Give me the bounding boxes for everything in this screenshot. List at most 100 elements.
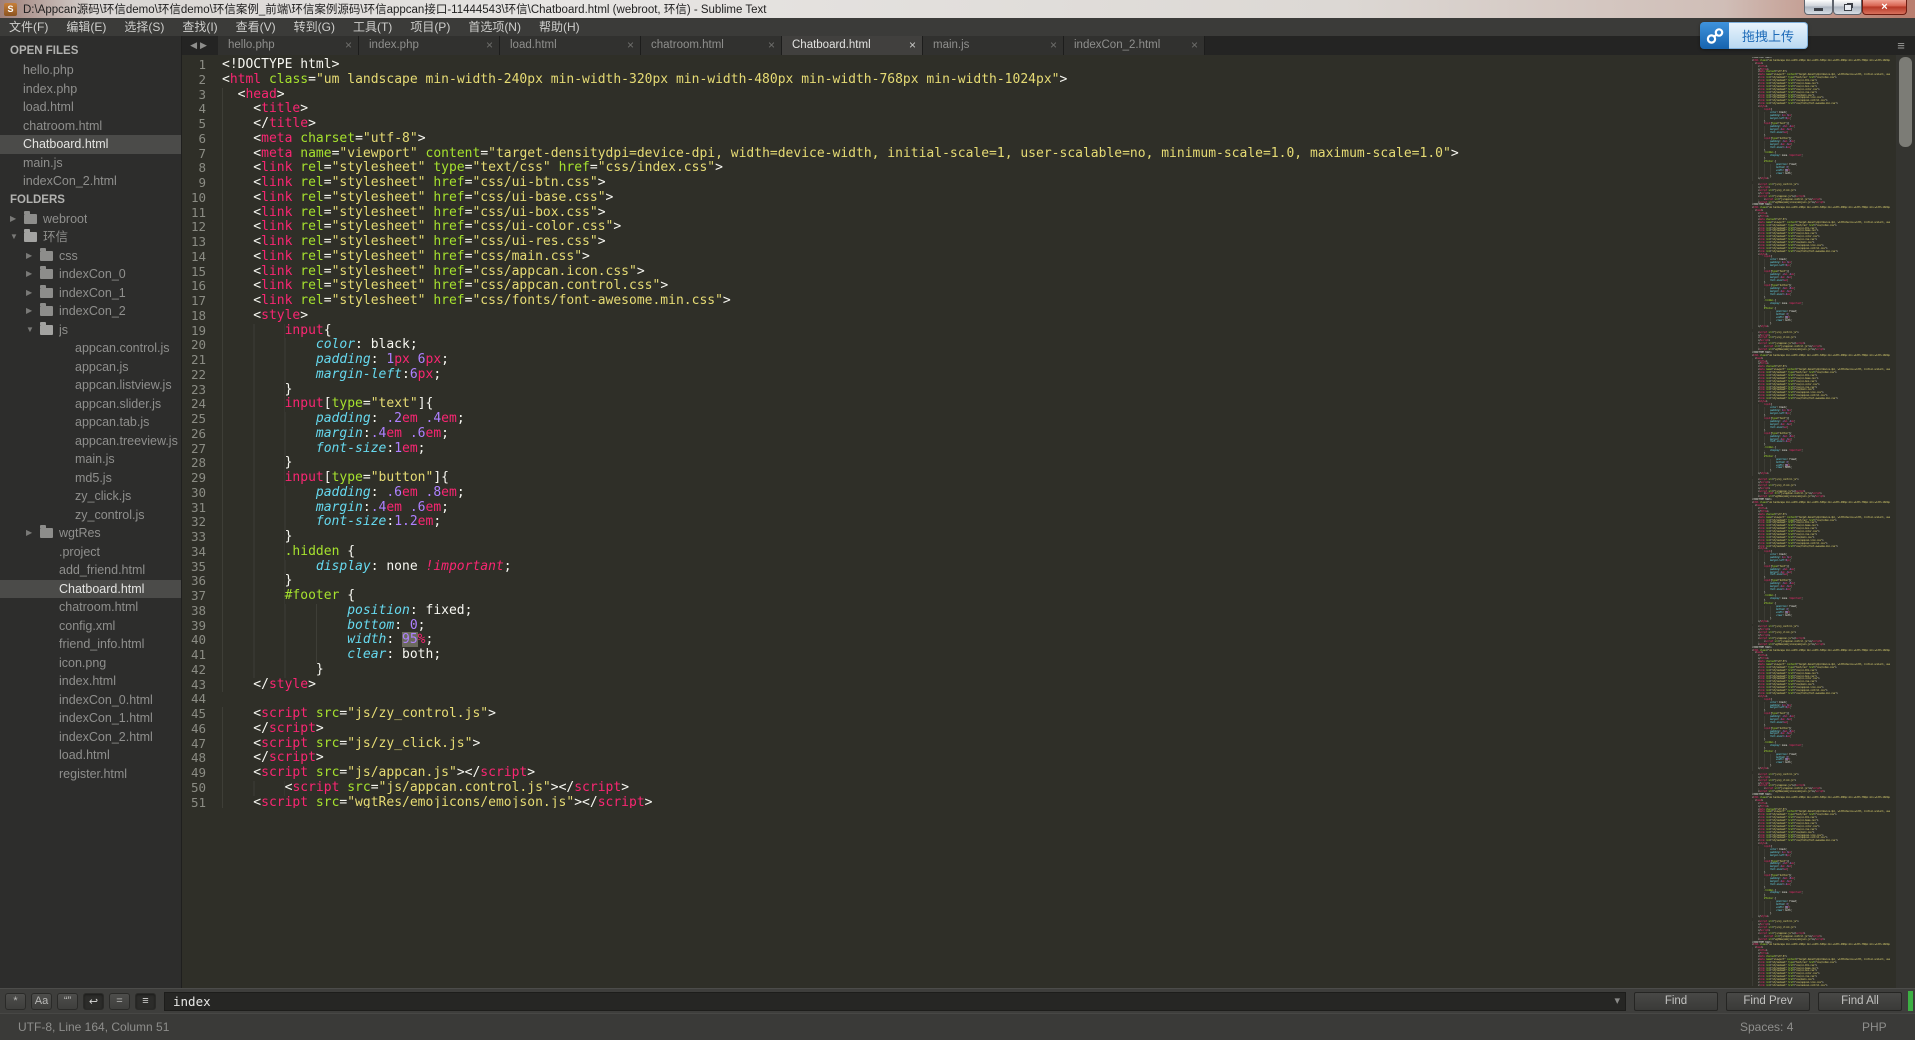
find-input[interactable]	[164, 992, 1626, 1011]
whole-word-toggle-button[interactable]: “”	[57, 993, 78, 1010]
tab[interactable]: indexCon_2.html×	[1064, 36, 1205, 55]
tree-file[interactable]: indexCon_2.html	[0, 728, 181, 747]
chevron-right-icon[interactable]: ▶	[26, 247, 40, 266]
tree-folder[interactable]: ▼js	[0, 321, 181, 340]
menu-item[interactable]: 帮助(H)	[530, 18, 589, 36]
tree-file[interactable]: zy_control.js	[0, 506, 181, 525]
editor[interactable]: 1234567891011121314151617181920212223242…	[183, 55, 1896, 988]
chevron-right-icon[interactable]: ▶	[26, 284, 40, 303]
tree-folder[interactable]: ▶webroot	[0, 210, 181, 229]
chevron-right-icon[interactable]: ▶	[26, 265, 40, 284]
tree-folder[interactable]: ▶wgtRes	[0, 524, 181, 543]
tab-close-icon[interactable]: ×	[1191, 36, 1198, 55]
in-selection-toggle-button[interactable]: =	[109, 993, 130, 1010]
tree-file[interactable]: icon.png	[0, 654, 181, 673]
tab-scroll-left-icon[interactable]: ◀	[190, 40, 200, 50]
tree-file[interactable]: .project	[0, 543, 181, 562]
find-history-dropdown-icon[interactable]: ▾	[1614, 994, 1620, 1007]
open-file-item[interactable]: indexCon_2.html	[0, 172, 181, 191]
chevron-down-icon[interactable]: ▼	[10, 228, 24, 247]
scrollbar-thumb[interactable]	[1899, 57, 1912, 147]
tree-file[interactable]: index.html	[0, 672, 181, 691]
find-button[interactable]: Find	[1634, 992, 1718, 1011]
tab[interactable]: Chatboard.html×	[782, 36, 923, 55]
tab-overflow-icon[interactable]: ≡	[1891, 36, 1911, 55]
menu-item[interactable]: 项目(P)	[401, 18, 459, 36]
tab[interactable]: main.js×	[923, 36, 1064, 55]
tree-folder[interactable]: ▶indexCon_2	[0, 302, 181, 321]
open-file-item[interactable]: chatroom.html	[0, 117, 181, 136]
tab[interactable]: load.html×	[500, 36, 641, 55]
status-indent[interactable]: Spaces: 4	[1740, 1020, 1793, 1034]
tree-file[interactable]: appcan.slider.js	[0, 395, 181, 414]
open-file-item[interactable]: hello.php	[0, 61, 181, 80]
tree-file[interactable]: config.xml	[0, 617, 181, 636]
menu-item[interactable]: 选择(S)	[115, 18, 173, 36]
restore-button[interactable]	[1833, 0, 1862, 15]
open-file-item[interactable]: main.js	[0, 154, 181, 173]
tab-close-icon[interactable]: ×	[486, 36, 493, 55]
wrap-toggle-button[interactable]: ↩	[83, 993, 104, 1010]
upload-tool-icon[interactable]	[1700, 22, 1729, 49]
find-all-button[interactable]: Find All	[1818, 992, 1902, 1011]
tab-scroll-right-icon[interactable]: ▶	[200, 40, 210, 50]
tree-file[interactable]: chatroom.html	[0, 598, 181, 617]
open-file-item[interactable]: index.php	[0, 80, 181, 99]
menu-item[interactable]: 转到(G)	[285, 18, 344, 36]
tab-close-icon[interactable]: ×	[909, 36, 916, 55]
regex-toggle-button[interactable]: *	[5, 993, 26, 1010]
tab-close-icon[interactable]: ×	[627, 36, 634, 55]
token: 1	[386, 352, 394, 367]
titlebar[interactable]: S D:\Appcan源码\环信demo\环信demo\环信案例_前端\环信案例…	[0, 0, 1915, 18]
tab-close-icon[interactable]: ×	[1050, 36, 1057, 55]
tree-file[interactable]: register.html	[0, 765, 181, 784]
chevron-down-icon[interactable]: ▼	[26, 321, 40, 340]
tree-folder[interactable]: ▶indexCon_0	[0, 265, 181, 284]
tab-close-icon[interactable]: ×	[768, 36, 775, 55]
vertical-scrollbar[interactable]	[1896, 55, 1915, 988]
token: >	[645, 795, 653, 809]
tab[interactable]: chatroom.html×	[641, 36, 782, 55]
case-sensitive-toggle-button[interactable]: Aa	[31, 993, 52, 1010]
menu-item[interactable]: 查看(V)	[227, 18, 285, 36]
menu-item[interactable]: 编辑(E)	[57, 18, 115, 36]
tab[interactable]: hello.php×	[218, 36, 359, 55]
menu-item[interactable]: 工具(T)	[344, 18, 401, 36]
chevron-right-icon[interactable]: ▶	[26, 302, 40, 321]
drag-upload-button[interactable]: 拖拽上传	[1729, 22, 1808, 49]
tree-file[interactable]: appcan.control.js	[0, 339, 181, 358]
minimize-button[interactable]	[1804, 0, 1833, 15]
menu-item[interactable]: 文件(F)	[0, 18, 57, 36]
tree-file[interactable]: md5.js	[0, 469, 181, 488]
tree-file[interactable]: appcan.js	[0, 358, 181, 377]
tree-folder[interactable]: ▼环信	[0, 228, 181, 247]
highlight-matches-toggle-button[interactable]: ≡	[135, 993, 156, 1010]
open-file-item[interactable]: Chatboard.html	[0, 135, 181, 154]
find-prev-button[interactable]: Find Prev	[1726, 992, 1810, 1011]
tree-file[interactable]: friend_info.html	[0, 635, 181, 654]
tree-file[interactable]: Chatboard.html	[0, 580, 181, 599]
tree-file[interactable]: appcan.treeview.js	[0, 432, 181, 451]
tree-file[interactable]: load.html	[0, 746, 181, 765]
chevron-right-icon[interactable]: ▶	[10, 210, 24, 229]
tree-file[interactable]: zy_click.js	[0, 487, 181, 506]
tree-folder[interactable]: ▶css	[0, 247, 181, 266]
tab[interactable]: index.php×	[359, 36, 500, 55]
status-syntax[interactable]: PHP	[1862, 1020, 1887, 1034]
code-lines[interactable]: <!DOCTYPE html><html class="um landscape…	[216, 58, 1896, 808]
indent-guides	[222, 737, 253, 752]
tree-file[interactable]: appcan.tab.js	[0, 413, 181, 432]
tree-file[interactable]: indexCon_1.html	[0, 709, 181, 728]
tree-folder[interactable]: ▶indexCon_1	[0, 284, 181, 303]
tab-close-icon[interactable]: ×	[345, 36, 352, 55]
close-button[interactable]: ×	[1862, 0, 1907, 15]
menu-item[interactable]: 查找(I)	[173, 18, 226, 36]
tree-file[interactable]: indexCon_0.html	[0, 691, 181, 710]
tree-file[interactable]: add_friend.html	[0, 561, 181, 580]
chevron-right-icon[interactable]: ▶	[26, 524, 40, 543]
minimap[interactable]: <!DOCTYPE html><html class="um landscape…	[1752, 57, 1890, 986]
tree-file[interactable]: main.js	[0, 450, 181, 469]
tree-file[interactable]: appcan.listview.js	[0, 376, 181, 395]
open-file-item[interactable]: load.html	[0, 98, 181, 117]
menu-item[interactable]: 首选项(N)	[459, 18, 530, 36]
